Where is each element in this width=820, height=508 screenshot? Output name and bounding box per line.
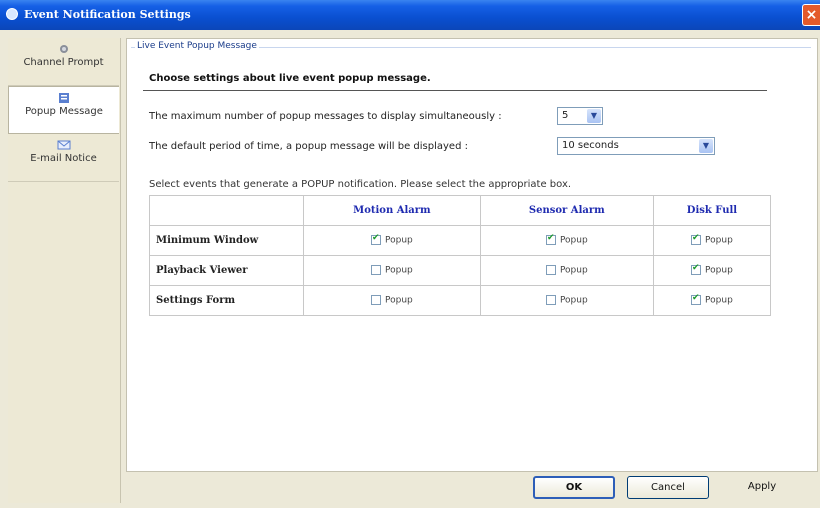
checkbox-checked[interactable] — [545, 233, 556, 246]
popup-checkbox[interactable]: Popup — [303, 255, 481, 286]
sidebar-item-email-notice[interactable]: E-mail Notice — [8, 134, 119, 182]
camera-icon — [59, 45, 68, 53]
checkbox-label: Popup — [385, 295, 413, 306]
duration-value: 10 seconds — [562, 140, 619, 151]
checkbox-label: Popup — [385, 235, 413, 246]
checkbox-label: Popup — [559, 265, 588, 276]
duration-label: The default period of time, a popup mess… — [149, 141, 468, 152]
group-title: Live Event Popup Message — [135, 41, 259, 51]
popup-checkbox[interactable]: Popup — [479, 225, 654, 256]
sidebar-item-channel-prompt[interactable]: Channel Prompt — [8, 38, 119, 86]
sidebar-item-label: E-mail Notice — [30, 153, 97, 164]
close-button[interactable]: × — [802, 4, 820, 26]
popup-checkbox[interactable]: Popup — [479, 255, 654, 286]
checkbox-label: Popup — [559, 235, 588, 246]
column-header-empty — [149, 195, 304, 226]
checkbox-unchecked[interactable] — [545, 265, 556, 276]
popup-checkbox[interactable]: Popup — [652, 225, 772, 256]
max-popups-label: The maximum number of popup messages to … — [149, 111, 502, 122]
chevron-down-icon[interactable]: ▼ — [699, 139, 713, 153]
checkbox-label: Popup — [705, 235, 733, 246]
checkbox-checked[interactable] — [691, 263, 702, 276]
row-label-settings-form: Settings Form — [149, 285, 304, 316]
popup-checkbox[interactable]: Popup — [479, 285, 654, 316]
max-popups-select[interactable]: 5 ▼ — [557, 107, 603, 125]
sidebar-item-popup-message[interactable]: Popup Message — [8, 86, 119, 134]
sidebar: Channel Prompt Popup Message E-mail Noti… — [8, 38, 121, 503]
checkbox-checked[interactable] — [371, 233, 381, 246]
column-header-sensor-alarm: Sensor Alarm — [479, 195, 654, 226]
sidebar-item-label: Popup Message — [25, 106, 103, 117]
column-header-disk-full: Disk Full — [652, 195, 772, 226]
popup-checkbox[interactable]: Popup — [652, 285, 772, 316]
event-notification-settings-window: Event Notification Settings × Channel Pr… — [0, 0, 820, 508]
popup-checkbox[interactable]: Popup — [652, 255, 772, 286]
popup-checkbox[interactable]: Popup — [303, 225, 481, 256]
heading-divider — [143, 90, 767, 91]
table-header-row: Motion Alarm Sensor Alarm Disk Full — [149, 195, 772, 226]
checkbox-unchecked[interactable] — [371, 295, 381, 306]
instructions-text: Select events that generate a POPUP noti… — [149, 179, 572, 190]
sidebar-item-label: Channel Prompt — [23, 57, 104, 68]
email-icon — [57, 140, 70, 150]
column-header-motion-alarm: Motion Alarm — [303, 195, 481, 226]
section-heading: Choose settings about live event popup m… — [149, 73, 431, 84]
checkbox-unchecked[interactable] — [371, 265, 381, 276]
app-icon — [6, 8, 18, 20]
checkbox-label: Popup — [705, 265, 733, 276]
checkbox-checked[interactable] — [691, 293, 702, 306]
popup-icon — [59, 93, 69, 103]
popup-checkbox[interactable]: Popup — [303, 285, 481, 316]
max-popups-value: 5 — [562, 110, 569, 121]
checkbox-label: Popup — [705, 295, 733, 306]
apply-button[interactable]: Apply — [724, 476, 800, 499]
event-popup-table: Motion Alarm Sensor Alarm Disk Full Mini… — [149, 195, 772, 316]
checkbox-unchecked[interactable] — [545, 295, 556, 306]
row-label-playback-viewer: Playback Viewer — [149, 255, 304, 286]
checkbox-label: Popup — [559, 295, 588, 306]
cancel-button[interactable]: Cancel — [627, 476, 709, 499]
window-title: Event Notification Settings — [24, 8, 191, 21]
checkbox-label: Popup — [385, 265, 413, 276]
ok-button[interactable]: OK — [533, 476, 615, 499]
table-row: Minimum Window Popup Popup Popup — [149, 225, 772, 256]
checkbox-checked[interactable] — [691, 233, 702, 246]
duration-select[interactable]: 10 seconds ▼ — [557, 137, 715, 155]
row-label-minimum-window: Minimum Window — [149, 225, 304, 256]
table-row: Settings Form Popup Popup Popup — [149, 285, 772, 316]
title-bar[interactable]: Event Notification Settings × — [0, 0, 820, 30]
table-row: Playback Viewer Popup Popup Popup — [149, 255, 772, 286]
settings-panel: Live Event Popup Message Choose settings… — [126, 38, 818, 472]
chevron-down-icon[interactable]: ▼ — [587, 109, 601, 123]
